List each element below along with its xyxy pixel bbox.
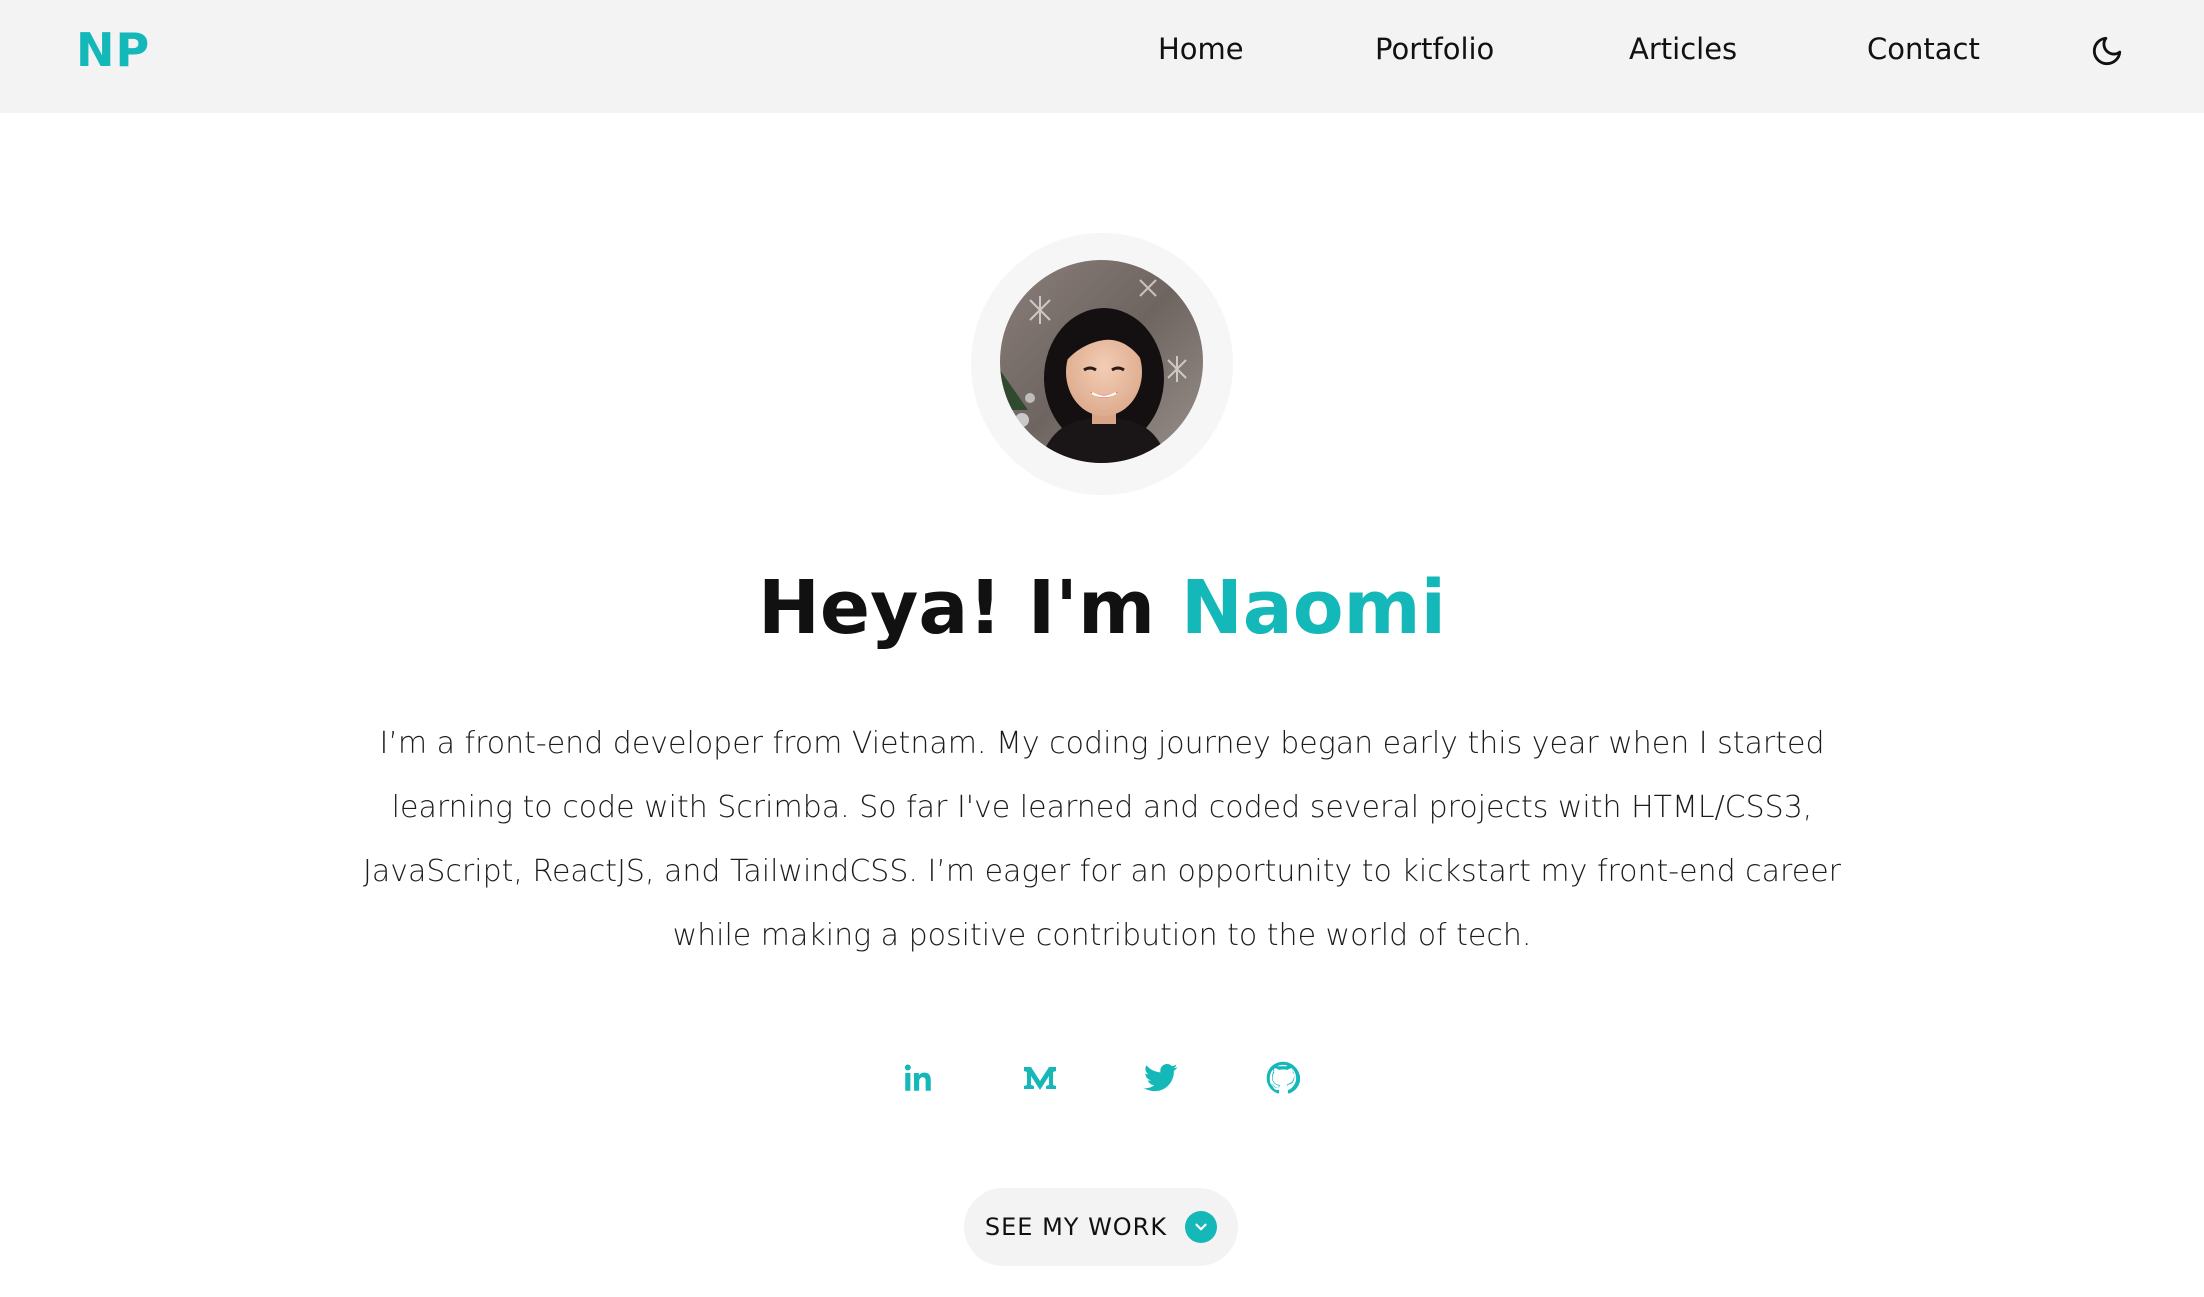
avatar-frame xyxy=(971,233,1233,495)
twitter-icon xyxy=(1144,1063,1178,1092)
hero-greeting: Heya! I'm xyxy=(757,565,1181,651)
linkedin-link[interactable] xyxy=(898,1058,938,1098)
hero-bio: I’m a front-end developer from Vietnam. … xyxy=(363,726,1841,953)
see-my-work-button[interactable]: SEE MY WORK xyxy=(964,1188,1238,1266)
nav-link-home[interactable]: Home xyxy=(1158,29,1244,69)
nav-link-portfolio[interactable]: Portfolio xyxy=(1375,29,1494,69)
avatar xyxy=(1000,260,1203,463)
site-logo[interactable]: NP xyxy=(76,24,150,76)
hero-name: Naomi xyxy=(1180,565,1447,651)
linkedin-icon xyxy=(904,1064,931,1091)
nav-link-contact[interactable]: Contact xyxy=(1867,29,1980,69)
site-header: NP Home Portfolio Articles Contact xyxy=(0,0,2204,113)
github-icon xyxy=(1266,1061,1300,1094)
nav-link-articles[interactable]: Articles xyxy=(1629,29,1737,69)
theme-toggle-button[interactable] xyxy=(2088,32,2126,70)
chevron-down-icon xyxy=(1185,1211,1218,1243)
see-my-work-label: SEE MY WORK xyxy=(984,1213,1168,1241)
github-link[interactable] xyxy=(1263,1058,1303,1098)
medium-link[interactable] xyxy=(1020,1058,1060,1098)
profile-photo xyxy=(1000,260,1203,463)
medium-icon xyxy=(1024,1067,1056,1090)
twitter-link[interactable] xyxy=(1141,1058,1181,1098)
hero-headline: Heya! I'm Naomi xyxy=(0,560,2204,656)
moon-icon xyxy=(2092,36,2122,66)
